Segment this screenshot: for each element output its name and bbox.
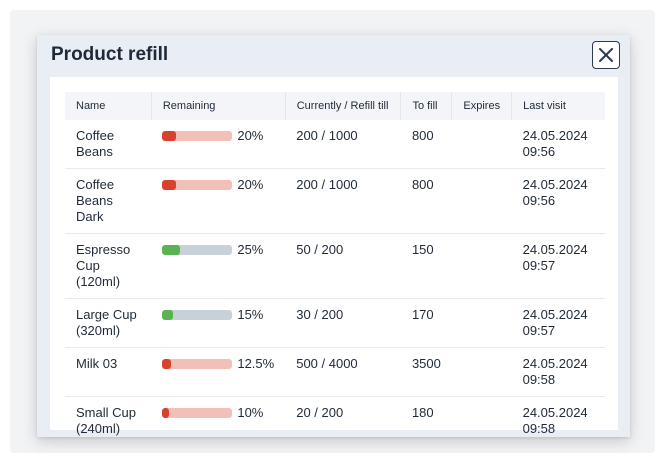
table-row[interactable]: Milk 03 12.5% 500 / 4000 3500 24.05.2024 09:… [65,347,605,397]
cell-to-fill: 170 [400,298,452,348]
progress-bar-fill [162,359,172,369]
close-button[interactable] [592,41,620,69]
cell-name: Small Cup (240ml) [65,396,152,446]
cell-name: Coffee Beans [65,120,152,169]
cell-current: 50 / 200 [285,233,401,299]
cell-expires [451,347,512,397]
cell-current: 30 / 200 [285,298,401,348]
progress-bar-fill [162,310,173,320]
table-body: Coffee Beans 20% 200 / 1000 800 24.05.2024 0… [65,120,605,446]
cell-name: Large Cup (320ml) [65,298,152,348]
cell-remaining: 20% [151,120,286,169]
cell-to-fill: 3500 [400,347,452,397]
table-row[interactable]: Espresso Cup (120ml) 25% 50 / 200 150 24.05.… [65,233,605,299]
progress-bar-track [162,245,233,255]
remaining-indicator: 15% [162,307,274,323]
progress-bar-fill [162,131,177,141]
cell-remaining: 20% [151,168,286,234]
cell-last-visit: 24.05.2024 09:58 [511,347,605,397]
cell-expires [451,298,512,348]
progress-bar-fill [162,408,170,418]
progress-bar-track [162,131,233,141]
progress-bar-track [162,408,233,418]
remaining-indicator: 10% [162,405,274,421]
header-to-fill[interactable]: To fill [400,92,453,120]
cell-name: Espresso Cup (120ml) [65,233,152,299]
cell-expires [451,233,512,299]
cell-name: Coffee Beans Dark [65,168,152,234]
table-row[interactable]: Coffee Beans 20% 200 / 1000 800 24.05.2024 0… [65,120,605,169]
remaining-indicator: 20% [162,177,274,193]
cell-last-visit: 24.05.2024 09:57 [511,298,605,348]
cell-to-fill: 150 [400,233,452,299]
cell-last-visit: 24.05.2024 09:56 [511,168,605,234]
remaining-percent: 10% [237,405,264,420]
cell-current: 200 / 1000 [285,120,401,169]
cell-expires [451,396,512,446]
header-expires[interactable]: Expires [451,92,513,120]
cell-current: 500 / 4000 [285,347,401,397]
remaining-percent: 12.5% [237,356,275,371]
cell-current: 200 / 1000 [285,168,401,234]
cell-last-visit: 24.05.2024 09:58 [511,396,605,446]
dialog-body: Name Remaining Currently / Refill till T… [50,77,618,446]
remaining-indicator: 25% [162,242,274,258]
cell-remaining: 25% [151,233,286,299]
cell-current: 20 / 200 [285,396,401,446]
cell-remaining: 12.5% [151,347,286,397]
progress-bar-track [162,359,233,369]
cell-to-fill: 180 [400,396,452,446]
cell-expires [451,120,512,169]
cell-expires [451,168,512,234]
table-row[interactable]: Large Cup (320ml) 15% 30 / 200 170 24.05.202… [65,298,605,348]
remaining-percent: 20% [237,177,264,192]
cell-to-fill: 800 [400,120,452,169]
cell-name: Milk 03 [65,347,152,397]
remaining-indicator: 12.5% [162,356,274,372]
progress-bar-fill [162,245,180,255]
header-remaining[interactable]: Remaining [151,92,286,120]
cell-to-fill: 800 [400,168,452,234]
header-name[interactable]: Name [65,92,152,120]
cell-remaining: 15% [151,298,286,348]
close-icon [599,48,613,62]
remaining-percent: 25% [237,242,264,257]
remaining-indicator: 20% [162,128,274,144]
header-last-visit[interactable]: Last visit [511,92,605,120]
cell-remaining: 10% [151,396,286,446]
table-row[interactable]: Small Cup (240ml) 10% 20 / 200 180 24.05.202… [65,396,605,446]
product-refill-dialog: Product refill Name Remaining Currently … [37,35,630,446]
progress-bar-track [162,180,233,190]
dialog-title: Product refill [51,44,169,65]
progress-bar-track [162,310,233,320]
dialog-header: Product refill [37,35,630,77]
table-header-row: Name Remaining Currently / Refill till T… [65,92,605,120]
remaining-percent: 15% [237,307,264,322]
refill-table: Name Remaining Currently / Refill till T… [65,92,605,446]
progress-bar-fill [162,180,177,190]
cell-last-visit: 24.05.2024 09:56 [511,120,605,169]
cell-last-visit: 24.05.2024 09:57 [511,233,605,299]
table-row[interactable]: Coffee Beans Dark 20% 200 / 1000 800 24.05.2… [65,168,605,234]
remaining-percent: 20% [237,128,264,143]
header-current[interactable]: Currently / Refill till [285,92,402,120]
